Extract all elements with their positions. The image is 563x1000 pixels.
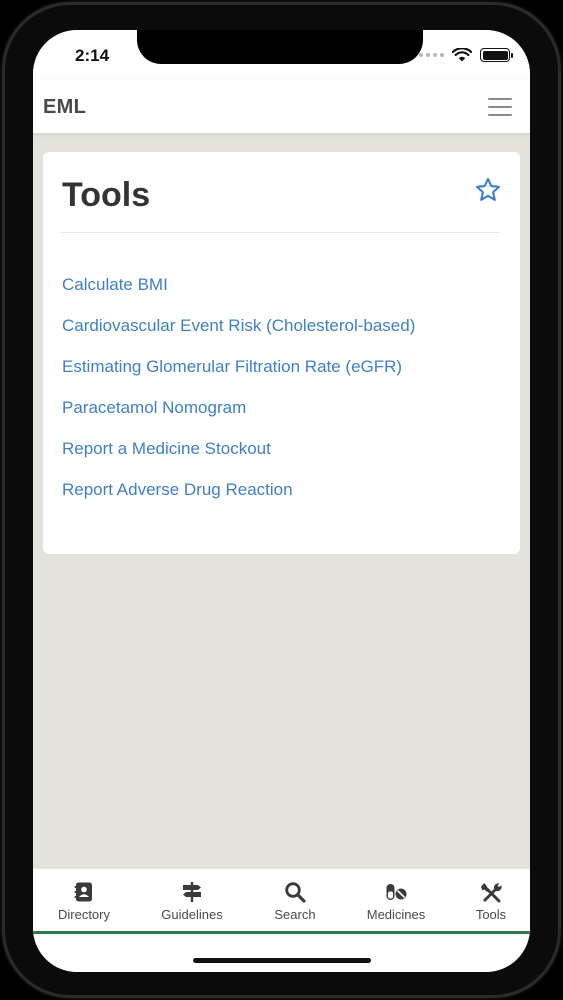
pills-icon (386, 884, 407, 900)
cellular-signal-icon (419, 53, 444, 57)
title-divider (61, 232, 500, 233)
screen: 2:14 EML Tools Calculate BMI Cardiovascu… (33, 30, 530, 972)
tab-search[interactable]: Search (267, 869, 323, 932)
status-time: 2:14 (75, 46, 110, 65)
list-item: Report a Medicine Stockout (62, 428, 415, 469)
search-icon (285, 882, 306, 903)
list-item: Report Adverse Drug Reaction (62, 469, 415, 510)
tab-label: Search (274, 907, 316, 922)
tools-list: Calculate BMI Cardiovascular Event Risk … (62, 264, 415, 510)
list-item: Cardiovascular Event Risk (Cholesterol-b… (62, 305, 415, 346)
device-frame: 2:14 EML Tools Calculate BMI Cardiovascu… (0, 0, 563, 1000)
home-indicator[interactable] (193, 958, 371, 963)
tab-guidelines[interactable]: Guidelines (155, 869, 229, 932)
list-item: Estimating Glomerular Filtration Rate (e… (62, 346, 415, 387)
status-icons (419, 48, 513, 62)
tools-icon (481, 883, 502, 903)
address-book-icon (74, 882, 92, 902)
paracetamol-nomogram-link[interactable]: Paracetamol Nomogram (62, 398, 246, 417)
favorite-star-icon[interactable] (474, 176, 502, 204)
app-brand: EML (43, 96, 87, 118)
tab-label: Directory (57, 907, 110, 922)
tab-label: Tools (475, 907, 507, 922)
status-bar: 2:14 (33, 30, 530, 80)
tab-tools[interactable]: Tools (467, 869, 515, 932)
bottom-tab-bar: Directory Guidelines Search Medicines To… (33, 868, 530, 934)
tab-label: Medicines (366, 907, 426, 922)
calculate-bmi-link[interactable]: Calculate BMI (62, 275, 168, 294)
list-item: Calculate BMI (62, 264, 415, 305)
egfr-link[interactable]: Estimating Glomerular Filtration Rate (e… (62, 357, 402, 376)
app-header: EML (33, 80, 530, 134)
report-stockout-link[interactable]: Report a Medicine Stockout (62, 439, 271, 458)
device-notch (137, 30, 423, 64)
cardiovascular-risk-link[interactable]: Cardiovascular Event Risk (Cholesterol-b… (62, 316, 415, 335)
home-indicator-area (33, 934, 530, 972)
hamburger-menu-icon[interactable] (488, 98, 512, 116)
tab-label: Guidelines (161, 907, 223, 922)
tab-medicines[interactable]: Medicines (358, 869, 434, 932)
battery-icon (480, 48, 513, 62)
page-title: Tools (62, 176, 151, 214)
tab-directory[interactable]: Directory (51, 869, 117, 932)
wifi-icon (452, 48, 472, 62)
signpost-icon (183, 882, 201, 902)
tools-card: Tools Calculate BMI Cardiovascular Event… (43, 152, 520, 554)
report-adverse-reaction-link[interactable]: Report Adverse Drug Reaction (62, 480, 293, 499)
list-item: Paracetamol Nomogram (62, 387, 415, 428)
